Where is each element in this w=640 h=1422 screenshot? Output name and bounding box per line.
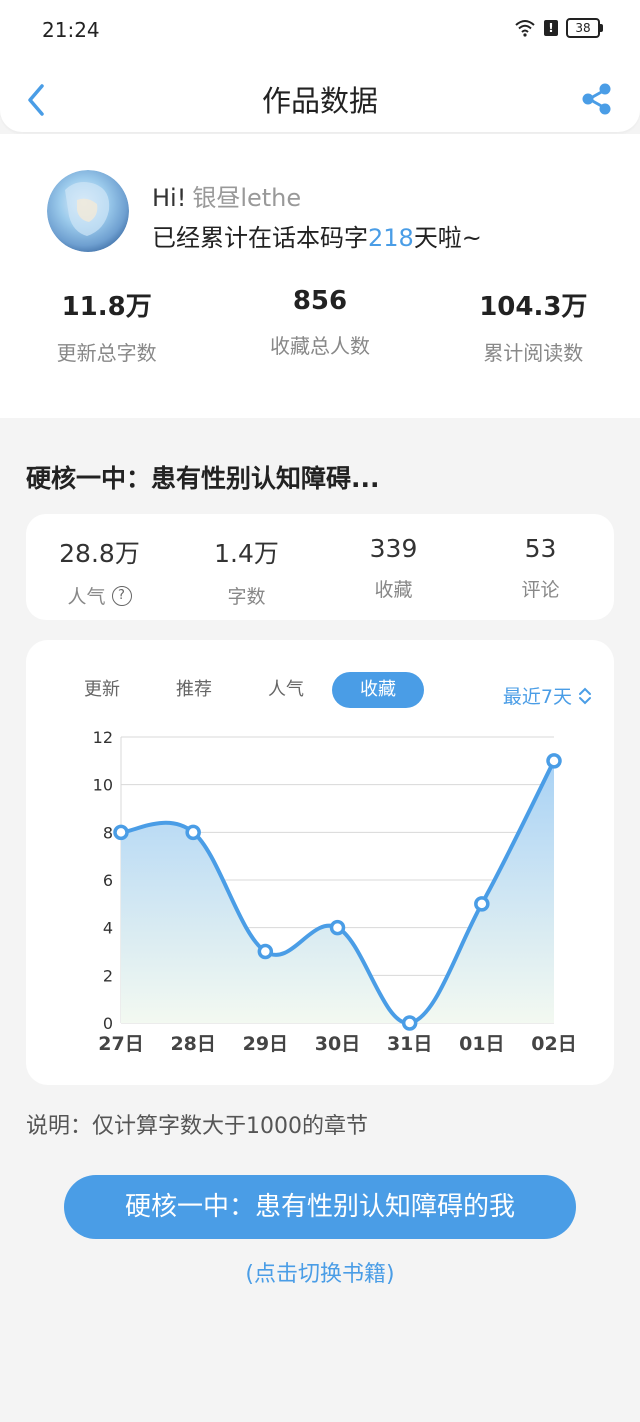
book-title: 硬核一中：患有性别认知障碍... [26,464,380,493]
y-tick-label: 8 [103,823,113,842]
profile-card: Hi! 银昼lethe 已经累计在话本码字218天啦~ 11.8万 更新总字数 8… [0,134,640,418]
x-tick-label: 28日 [170,1033,215,1055]
current-book-button[interactable]: 硬核一中：患有性别认知障碍的我 [64,1175,576,1239]
help-icon[interactable]: ? [111,585,132,606]
data-point [257,943,274,960]
battery-level: 38 [575,21,591,35]
y-tick-label: 2 [103,966,113,985]
y-tick-label: 10 [93,776,113,795]
favorites-chart: 0 2 4 6 8 10 12 27日 28日 29日 30日 31日 01日 02日 [93,728,577,1055]
book-stat-words: 1.4万 字数 [173,514,320,620]
greeting-text: Hi! [152,184,187,212]
stat-label: 字数 [227,586,266,608]
x-tick-label: 27日 [98,1033,143,1055]
stat-value: 104.3万 [479,292,588,322]
writing-days-line: 已经累计在话本码字218天啦~ [152,218,482,253]
stat-label: 收藏 [374,579,413,601]
battery-icon: 38 [566,18,603,38]
chart-card: 更新 推荐 人气 收藏 最近7天 0 2 4 6 8 10 12 27日 28日 29日 30日 31… [26,640,614,1085]
y-tick-label: 0 [103,1014,113,1033]
chart-note: 说明：仅计算字数大于1000的章节 [26,1114,368,1139]
stat-label: 累计阅读数 [483,341,584,365]
stat-value: 856 [292,286,348,316]
stat-label: 评论 [521,579,560,601]
x-tick-label: 31日 [387,1033,432,1055]
book-stat-popularity: 28.8万 人气 ? [26,514,173,620]
data-point [113,824,129,841]
status-icons: ! 38 [514,18,603,38]
username: 银昼lethe [192,184,302,212]
navbar: 作品数据 [0,60,640,132]
page-title: 作品数据 [261,84,378,118]
stat-value: 11.8万 [61,292,152,322]
stat-value: 339 [369,534,418,563]
stat-label-row: 人气 ? [26,582,173,609]
stat-total-reads: 104.3万 累计阅读数 [427,286,640,366]
alert-icon: ! [544,20,558,36]
days-prefix: 已经累计在话本码字 [152,224,368,252]
stat-total-favorites: 856 收藏总人数 [213,286,426,366]
avatar[interactable] [47,170,129,252]
book-stat-favorites: 339 收藏 [320,514,467,620]
share-icon[interactable] [580,82,614,116]
stat-value: 53 [524,534,557,563]
stat-value: 1.4万 [214,539,279,568]
author-stats: 11.8万 更新总字数 856 收藏总人数 104.3万 累计阅读数 [0,286,640,366]
days-suffix: 天啦~ [413,224,482,252]
x-tick-label: 29日 [243,1033,288,1055]
days-value: 218 [368,224,414,252]
stat-total-words: 11.8万 更新总字数 [0,286,213,366]
x-tick-label: 02日 [531,1033,576,1055]
x-tick-label: 01日 [459,1033,504,1055]
status-time: 21:24 [42,18,100,42]
y-tick-label: 12 [93,728,113,747]
wifi-icon [515,20,535,37]
stat-value: 28.8万 [59,539,140,568]
data-point [401,1015,418,1031]
book-stats-card: 28.8万 人气 ? 1.4万 字数 339 收藏 53 评论 [26,514,614,620]
greeting-line: Hi! 银昼lethe [152,178,301,213]
stat-label: 人气 [67,586,106,608]
y-tick-label: 4 [103,919,113,938]
data-point [329,919,346,936]
data-point [474,896,490,912]
x-tick-label: 30日 [315,1033,360,1055]
stat-label: 更新总字数 [56,341,157,365]
book-stat-comments: 53 评论 [467,514,614,620]
switch-book-link[interactable]: (点击切换书籍) [0,1256,640,1288]
status-bar: 21:24 ! 38 [0,0,640,60]
data-point [185,824,201,841]
y-tick-label: 6 [103,871,113,890]
stat-label: 收藏总人数 [269,334,370,358]
data-point [546,753,562,769]
